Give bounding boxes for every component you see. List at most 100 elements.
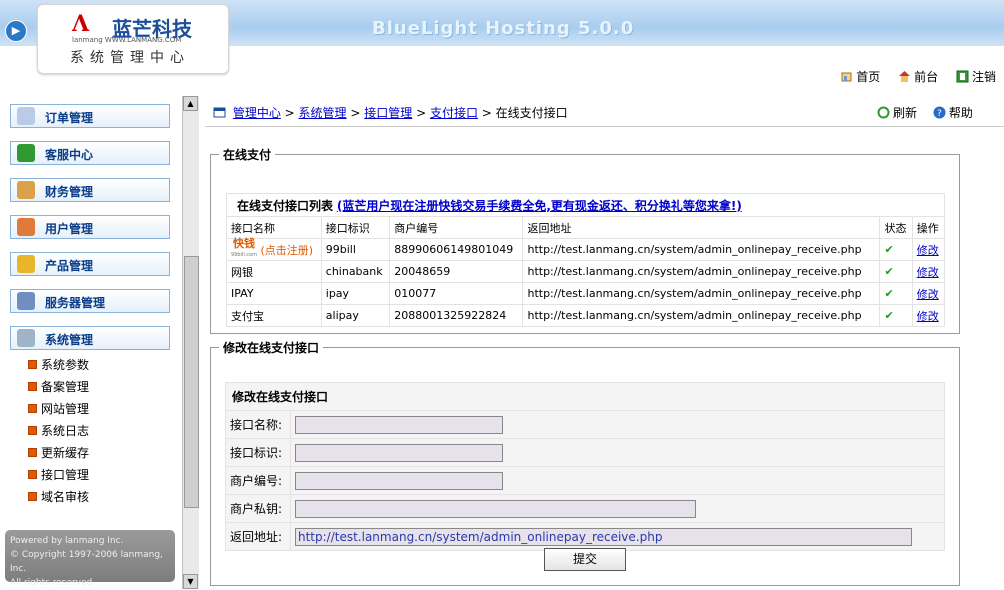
divider: [205, 126, 1004, 127]
sidebar-scrollbar[interactable]: ▲ ▼: [182, 96, 199, 589]
scroll-thumb[interactable]: [184, 256, 199, 508]
menu-servers[interactable]: 服务器管理: [10, 289, 170, 313]
row-url: http://test.lanmang.cn/system/admin_onli…: [522, 238, 881, 261]
help-button[interactable]: ? 帮助: [933, 106, 973, 120]
scroll-up-icon[interactable]: ▲: [183, 96, 198, 111]
edit-link[interactable]: 修改: [917, 244, 939, 257]
refresh-button[interactable]: 刷新: [877, 106, 917, 120]
row-name: IPAY: [226, 282, 322, 305]
promo-link[interactable]: (蓝芒用户现在注册快钱交易手续费全免,更有现金返还、积分换礼等您来拿!): [337, 199, 742, 213]
home-link[interactable]: 首页: [840, 70, 880, 84]
status-check-icon: ✔: [879, 260, 913, 283]
scroll-down-icon[interactable]: ▼: [183, 574, 198, 589]
menu-finance[interactable]: 财务管理: [10, 178, 170, 202]
table-header: 接口名称 接口标识 商户编号 返回地址 状态 操作: [226, 216, 946, 239]
row-merchant: 2088001325922824: [389, 304, 524, 327]
toolbar: 刷新 ? 帮助: [877, 104, 973, 121]
crumb-payment[interactable]: 支付接口: [430, 106, 478, 120]
row-name: 快钱 99bill.com (点击注册): [226, 238, 322, 261]
list-title-cell: 在线支付接口列表 (蓝芒用户现在注册快钱交易手续费全免,更有现金返还、积分换礼等…: [226, 193, 945, 217]
house-icon: [899, 71, 911, 82]
logo-mark: Λ: [72, 11, 90, 37]
crumb-admin[interactable]: 管理中心: [233, 106, 281, 120]
crumb-current: 在线支付接口: [495, 106, 568, 120]
label-merchant: 商户编号:: [225, 466, 291, 495]
table-row: IPAY ipay 010077 http://test.lanmang.cn/…: [226, 282, 946, 305]
users-icon: [17, 218, 35, 236]
table-row: 快钱 99bill.com (点击注册) 99bill 8899060614980…: [226, 238, 946, 261]
play-icon[interactable]: ▶: [5, 20, 27, 42]
edit-legend: 修改在线支付接口: [223, 341, 320, 355]
edit-link[interactable]: 修改: [917, 288, 939, 301]
crumb-interface[interactable]: 接口管理: [364, 106, 412, 120]
row-name: 支付宝: [226, 304, 322, 327]
status-check-icon: ✔: [879, 304, 913, 327]
refresh-icon: [877, 106, 890, 119]
label-name: 接口名称:: [225, 410, 291, 439]
status-check-icon: ✔: [879, 238, 913, 261]
submenu-log[interactable]: 系统日志: [28, 420, 89, 442]
row-id: alipay: [320, 304, 391, 327]
submenu-domain[interactable]: 域名审核: [28, 486, 89, 508]
logo-domain: lanmang WWW.LANMANG.COM: [72, 36, 182, 44]
label-id: 接口标识:: [225, 438, 291, 467]
menu-products[interactable]: 产品管理: [10, 252, 170, 276]
tools-icon: [17, 329, 35, 347]
row-merchant: 88990606149801049: [389, 238, 524, 261]
col-op: 操作: [911, 216, 946, 239]
support-icon: [17, 144, 35, 162]
submenu-sites[interactable]: 网站管理: [28, 398, 89, 420]
submenu-cache[interactable]: 更新缓存: [28, 442, 89, 464]
logo: Λ 蓝芒科技 lanmang WWW.LANMANG.COM 系统管理中心: [37, 4, 229, 74]
pay-interface-table: 在线支付接口列表 (蓝芒用户现在注册快钱交易手续费全免,更有现金返还、积分换礼等…: [226, 193, 946, 327]
online-pay-fieldset: 在线支付 在线支付接口列表 (蓝芒用户现在注册快钱交易手续费全免,更有现金返还、…: [210, 146, 960, 334]
home-icon: [841, 72, 852, 82]
table-row: 网银 chinabank 20048659 http://test.lanman…: [226, 260, 946, 283]
interface-name-input[interactable]: [295, 415, 503, 434]
status-check-icon: ✔: [879, 282, 913, 305]
submit-button[interactable]: 提交: [544, 548, 626, 571]
row-url: http://test.lanmang.cn/system/admin_onli…: [522, 304, 881, 327]
online-pay-legend: 在线支付: [223, 148, 272, 162]
edit-link[interactable]: 修改: [917, 310, 939, 323]
label-key: 商户私钥:: [225, 494, 291, 523]
menu-order[interactable]: 订单管理: [10, 104, 170, 128]
edit-link[interactable]: 修改: [917, 266, 939, 279]
window-icon: [213, 107, 226, 118]
sidebar: 订单管理 客服中心 财务管理 用户管理 产品管理 服务器管理 系统管理 系统参数…: [0, 96, 182, 589]
register-link[interactable]: (点击注册): [260, 244, 313, 257]
menu-users[interactable]: 用户管理: [10, 215, 170, 239]
svg-text:?: ?: [937, 109, 942, 119]
col-id: 接口标识: [320, 216, 391, 239]
system-submenu: 系统参数 备案管理 网站管理 系统日志 更新缓存 接口管理 域名审核: [28, 354, 89, 508]
server-icon: [17, 292, 35, 310]
powered-by: Powered by lanmang Inc. © Copyright 1997…: [5, 530, 175, 588]
row-url: http://test.lanmang.cn/system/admin_onli…: [522, 260, 881, 283]
return-url-input[interactable]: [295, 527, 912, 546]
award-icon: [17, 255, 35, 273]
submenu-params[interactable]: 系统参数: [28, 354, 89, 376]
submenu-record[interactable]: 备案管理: [28, 376, 89, 398]
merchant-key-input[interactable]: [295, 499, 696, 518]
frontend-link[interactable]: 前台: [898, 70, 938, 84]
merchant-id-input[interactable]: [295, 471, 503, 490]
logout-link[interactable]: 注销: [956, 70, 996, 84]
submenu-interface[interactable]: 接口管理: [28, 464, 89, 486]
table-row: 支付宝 alipay 2088001325922824 http://test.…: [226, 304, 946, 327]
row-url: http://test.lanmang.cn/system/admin_onli…: [522, 282, 881, 305]
crumb-system[interactable]: 系统管理: [299, 106, 347, 120]
menu-support[interactable]: 客服中心: [10, 141, 170, 165]
menu-system[interactable]: 系统管理: [10, 326, 170, 350]
interface-id-input[interactable]: [295, 443, 503, 462]
order-icon: [17, 107, 35, 125]
logo-subtitle: 系统管理中心: [70, 50, 190, 66]
row-merchant: 010077: [389, 282, 524, 305]
logout-icon: [956, 70, 969, 83]
edit-form-table: 修改在线支付接口 接口名称: 接口标识: 商户编号: 商户私钥: 返回地址:: [225, 382, 945, 551]
row-id: ipay: [320, 282, 391, 305]
col-merchant: 商户编号: [389, 216, 524, 239]
row-merchant: 20048659: [389, 260, 524, 283]
col-name: 接口名称: [226, 216, 322, 239]
row-name: 网银: [226, 260, 322, 283]
row-id: chinabank: [320, 260, 391, 283]
